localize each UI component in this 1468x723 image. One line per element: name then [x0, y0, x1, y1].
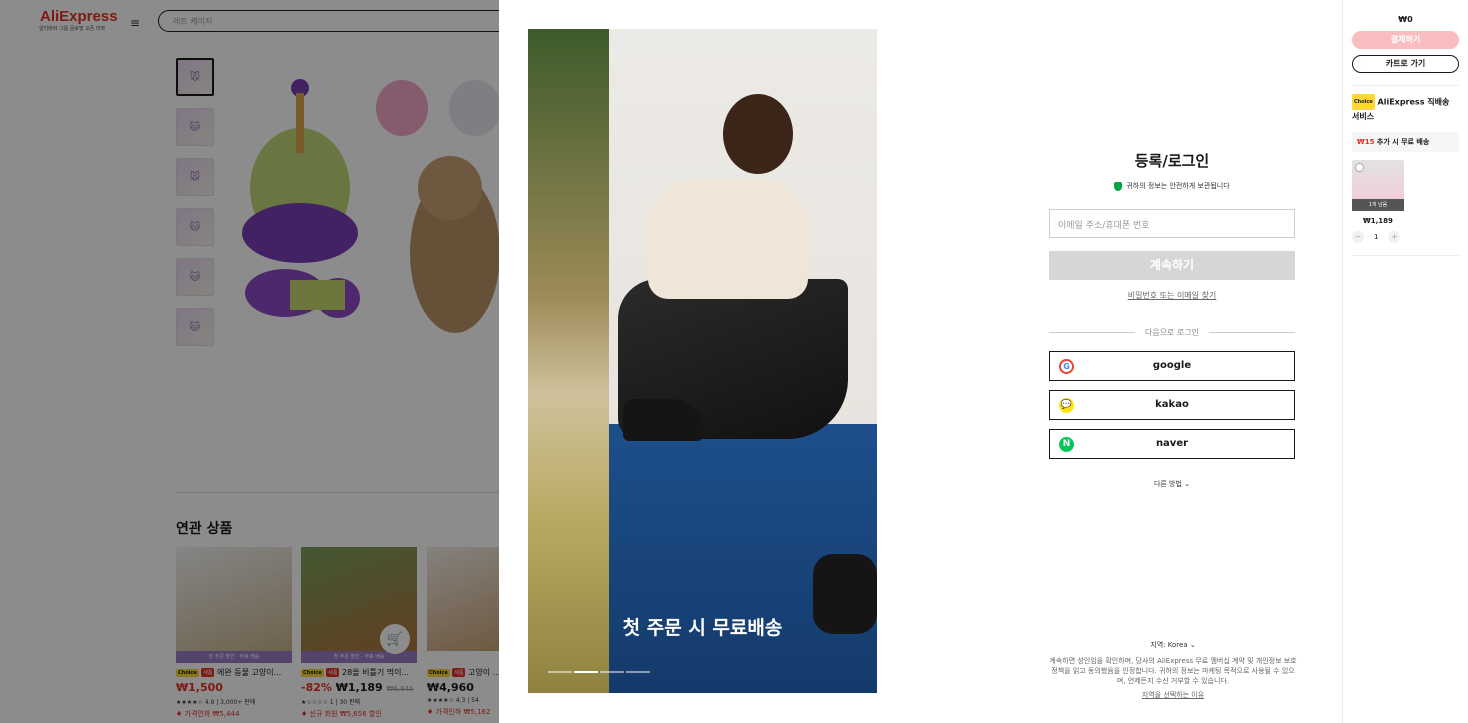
photo-figure-head — [723, 94, 793, 174]
checkout-button[interactable]: 결제하기 — [1352, 31, 1459, 49]
carousel-dot-active[interactable] — [574, 671, 598, 673]
login-modal: 첫 주문 시 무료배송 등록/로그인 귀하의 정보는 안전하게 보관됩니다 이메… — [499, 0, 1342, 723]
choice-badge: Choice — [1352, 94, 1375, 110]
stock-badge: 1개 남음 — [1352, 199, 1404, 211]
email-phone-input[interactable]: 이메일 주소/휴대폰 번호 — [1049, 209, 1295, 238]
decrease-quantity-button[interactable]: − — [1352, 231, 1364, 243]
login-separator: 다음으로 로그인 — [1049, 327, 1295, 338]
carousel-dot[interactable] — [548, 671, 572, 673]
naver-label: naver — [1155, 438, 1189, 449]
kakao-login-button[interactable]: 💬 kakao — [1049, 390, 1295, 420]
mini-cart-panel: ₩0 결제하기 카트로 가기 Choice AliExpress 직배송 서비스… — [1342, 0, 1468, 723]
google-icon: G — [1059, 359, 1074, 374]
carousel-dot[interactable] — [600, 671, 624, 673]
terms-text: 계속하면 성인임을 확인하며, 당사의 AliExpress 무료 멤버십 계약… — [1049, 657, 1297, 685]
panel-divider — [1352, 255, 1459, 256]
panel-divider — [1352, 85, 1459, 86]
region-label: 지역: — [1150, 641, 1166, 649]
safety-notice: 귀하의 정보는 안전하게 보관됩니다 — [1049, 181, 1295, 191]
increase-quantity-button[interactable]: + — [1388, 231, 1401, 243]
cart-total: ₩0 — [1398, 15, 1413, 24]
select-item-radio[interactable] — [1355, 163, 1364, 172]
carousel-dot[interactable] — [626, 671, 650, 673]
shipping-text: 추가 시 무료 배송 — [1376, 138, 1430, 146]
forgot-credentials-link[interactable]: 비밀번호 또는 이메일 찾기 — [1049, 290, 1295, 301]
login-title: 등록/로그인 — [1134, 152, 1210, 170]
google-login-button[interactable]: Ggoogle — [1049, 351, 1295, 381]
shield-icon — [1114, 181, 1123, 191]
photo-caption: 첫 주문 시 무료배송 — [622, 617, 783, 639]
continue-button[interactable]: 계속하기 — [1049, 251, 1295, 280]
safety-text: 귀하의 정보는 안전하게 보관됩니다 — [1126, 182, 1230, 190]
photo-left-panel — [528, 29, 609, 693]
region-value[interactable]: Korea ⌄ — [1168, 641, 1196, 649]
free-shipping-notice: ₩15 추가 시 무료 배송 — [1352, 132, 1459, 152]
choice-service: Choice AliExpress 직배송 서비스 — [1352, 94, 1459, 124]
quantity-value: 1 — [1374, 233, 1379, 241]
login-form: 등록/로그인 귀하의 정보는 안전하게 보관됩니다 이메일 주소/휴대폰 번호 … — [1049, 150, 1295, 489]
region-selector[interactable]: 지역: Korea ⌄ — [1049, 640, 1297, 650]
go-to-cart-button[interactable]: 카트로 가기 — [1352, 55, 1459, 73]
other-methods-toggle[interactable]: 다른 방법 ⌄ — [1049, 479, 1295, 489]
cart-item-image[interactable]: 1개 남음 — [1352, 160, 1404, 211]
cart-item-price: ₩1,189 — [1363, 217, 1393, 225]
naver-icon: N — [1059, 437, 1074, 452]
why-region-link[interactable]: 지역을 선택하는 이유 — [1049, 690, 1297, 700]
login-footer: 지역: Korea ⌄ 계속하면 성인임을 확인하며, 당사의 AliExpre… — [1049, 640, 1297, 700]
naver-login-button[interactable]: Nnaver — [1049, 429, 1295, 459]
photo-figure-torso — [648, 179, 808, 299]
shipping-threshold: ₩15 — [1357, 138, 1375, 146]
promo-photo: 첫 주문 시 무료배송 — [528, 29, 877, 693]
carousel-dots — [548, 671, 650, 673]
kakao-icon: 💬 — [1059, 398, 1074, 413]
google-label: google — [1152, 360, 1192, 371]
quantity-stepper: − 1 + — [1352, 231, 1468, 243]
photo-shoe — [623, 399, 703, 441]
kakao-label: kakao — [1155, 399, 1189, 410]
